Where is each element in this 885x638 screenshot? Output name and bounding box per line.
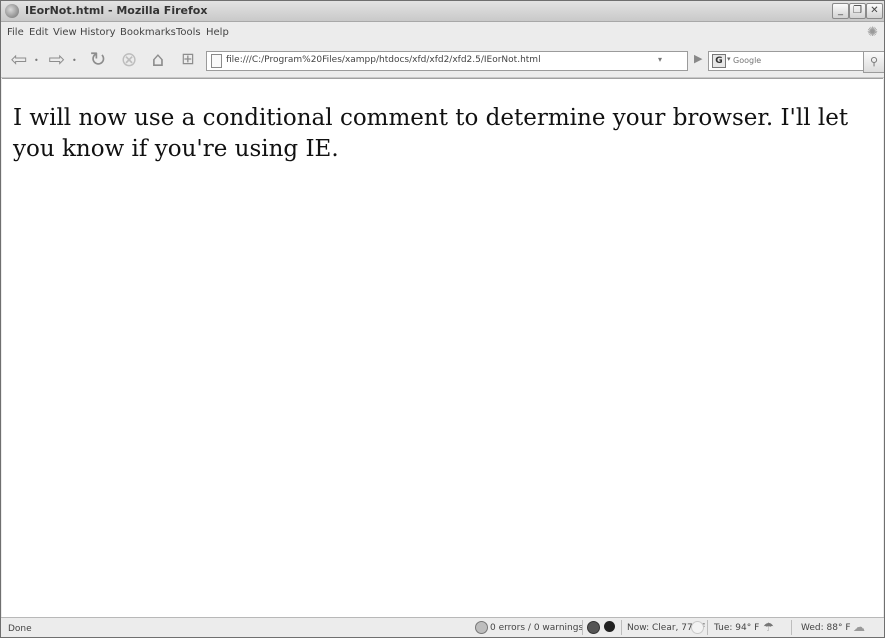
search-engine-icon[interactable]: G bbox=[712, 54, 726, 68]
menu-help[interactable]: Help bbox=[206, 27, 229, 38]
back-arrow-icon[interactable]: ⇦ bbox=[7, 48, 31, 70]
status-bar: Done 0 errors / 0 warnings Now: Clear, 7… bbox=[1, 617, 884, 637]
menu-edit[interactable]: Edit bbox=[29, 27, 48, 38]
error-console-icon[interactable] bbox=[475, 621, 488, 634]
weather-tuesday[interactable]: Tue: 94° F bbox=[714, 623, 759, 633]
weather-wednesday[interactable]: Wed: 88° F bbox=[801, 623, 851, 633]
extension-icon[interactable] bbox=[604, 621, 615, 632]
sun-icon bbox=[691, 621, 704, 634]
reload-icon[interactable]: ↻ bbox=[85, 48, 111, 70]
url-text[interactable]: file:///C:/Program%20Files/xampp/htdocs/… bbox=[226, 55, 541, 65]
status-divider bbox=[791, 620, 792, 635]
magnifier-icon: ⚲ bbox=[869, 55, 879, 68]
title-bar: IEorNot.html - Mozilla Firefox _ ❐ ✕ bbox=[1, 1, 884, 22]
weather-condition-icon: ☂ bbox=[763, 620, 774, 634]
status-divider bbox=[707, 620, 708, 635]
minimize-button[interactable]: _ bbox=[832, 3, 849, 19]
page-icon bbox=[211, 54, 222, 68]
error-count[interactable]: 0 errors / 0 warnings bbox=[490, 623, 583, 633]
go-icon[interactable]: ▶ bbox=[694, 52, 702, 65]
status-divider bbox=[582, 620, 583, 635]
search-input[interactable] bbox=[733, 53, 857, 67]
body-text: I will now use a conditional comment to … bbox=[13, 105, 849, 162]
url-dropdown-icon[interactable]: ▾ bbox=[658, 55, 662, 64]
menu-bookmarks[interactable]: Bookmarks bbox=[120, 27, 176, 38]
search-bar[interactable]: G ▾ bbox=[708, 51, 865, 71]
extension-icon[interactable] bbox=[587, 621, 600, 634]
search-engine-dropdown-icon[interactable]: ▾ bbox=[727, 55, 731, 63]
menu-history[interactable]: History bbox=[80, 27, 116, 38]
close-button[interactable]: ✕ bbox=[866, 3, 883, 19]
search-button[interactable]: ⚲ bbox=[863, 51, 884, 73]
browser-window: IEorNot.html - Mozilla Firefox _ ❐ ✕ Fil… bbox=[0, 0, 885, 638]
menu-view[interactable]: View bbox=[53, 27, 77, 38]
status-divider bbox=[621, 620, 622, 635]
address-bar[interactable]: file:///C:/Program%20Files/xampp/htdocs/… bbox=[206, 51, 688, 71]
page-content: I will now use a conditional comment to … bbox=[2, 78, 883, 617]
new-tab-icon[interactable]: ⊞ bbox=[176, 48, 200, 70]
menu-bar: File Edit View History Bookmarks Tools H… bbox=[1, 22, 884, 42]
firefox-icon bbox=[5, 4, 19, 18]
window-title: IEorNot.html - Mozilla Firefox bbox=[25, 4, 208, 17]
stop-icon[interactable]: ⊗ bbox=[117, 48, 141, 70]
restore-button[interactable]: ❐ bbox=[849, 3, 866, 19]
forward-arrow-icon[interactable]: ⇨ bbox=[45, 48, 69, 70]
home-icon[interactable]: ⌂ bbox=[146, 48, 170, 70]
menu-tools[interactable]: Tools bbox=[176, 27, 201, 38]
throbber-icon: ✺ bbox=[867, 25, 878, 40]
forward-history-dropdown-icon[interactable]: • bbox=[72, 56, 77, 65]
back-history-dropdown-icon[interactable]: • bbox=[34, 56, 39, 65]
menu-file[interactable]: File bbox=[7, 27, 24, 38]
cloud-icon: ☁ bbox=[853, 620, 865, 634]
status-text: Done bbox=[8, 624, 32, 634]
